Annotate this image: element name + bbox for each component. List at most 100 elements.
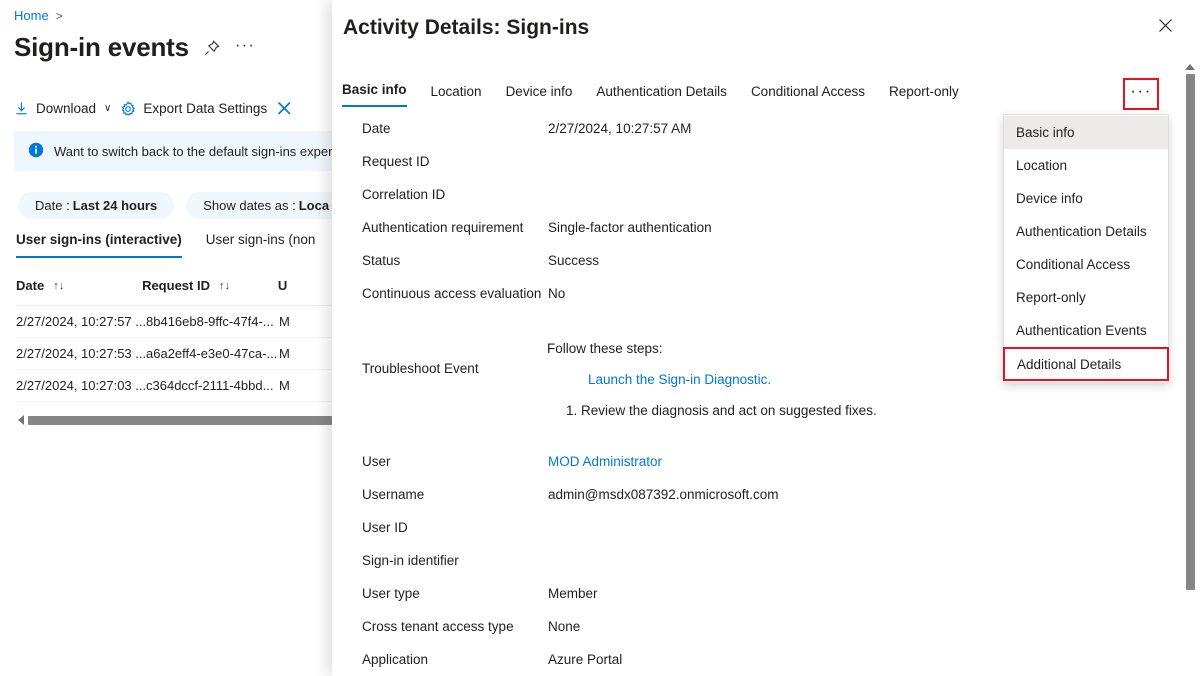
table-header-row: Date ↑↓ Request ID ↑↓ U xyxy=(16,278,332,306)
command-bar: Download ∨ Export Data Settings xyxy=(14,100,293,117)
menu-item-location[interactable]: Location xyxy=(1004,149,1168,182)
filter-pill-show-dates-as[interactable]: Show dates as : Loca xyxy=(186,192,332,219)
tabs-overflow-menu: Basic info Location Device info Authenti… xyxy=(1003,114,1169,383)
info-icon xyxy=(28,142,44,161)
column-header-request-id-label: Request ID xyxy=(142,278,210,293)
breadcrumb-separator-icon: > xyxy=(55,8,63,23)
cell-date: 2/27/2024, 10:27:03 ... xyxy=(16,378,147,393)
tab-user-signins-interactive[interactable]: User sign-ins (interactive) xyxy=(16,232,182,258)
detail-row-user-type: User type Member xyxy=(332,579,1162,612)
detail-label-date: Date xyxy=(362,121,391,136)
panel-vertical-scrollbar[interactable] xyxy=(1183,64,1197,670)
filter-showdates-value: Loca xyxy=(298,198,330,213)
table-horizontal-scrollbar[interactable] xyxy=(18,413,332,427)
column-header-request-id[interactable]: Request ID ↑↓ xyxy=(142,278,278,293)
tabs-overflow-button[interactable]: ··· xyxy=(1123,78,1159,110)
breadcrumb-home-link[interactable]: Home xyxy=(14,8,49,23)
breadcrumb: Home > xyxy=(14,8,63,23)
sign-in-events-page: Home > Sign-in events ··· Download ∨ Exp… xyxy=(0,0,332,676)
cell-date: 2/27/2024, 10:27:53 ... xyxy=(16,346,147,361)
wrench-icon xyxy=(276,100,293,117)
filter-pill-date[interactable]: Date : Last 24 hours xyxy=(18,192,175,219)
detail-label-username: Username xyxy=(362,487,425,502)
cell-user: M xyxy=(279,346,290,361)
tabs-overflow-label: ··· xyxy=(1130,81,1152,100)
sort-icon[interactable]: ↑↓ xyxy=(53,280,64,292)
page-title: Sign-in events xyxy=(14,32,189,62)
panel-title: Activity Details: Sign-ins xyxy=(343,16,590,39)
download-label: Download xyxy=(36,101,97,116)
menu-item-authentication-events[interactable]: Authentication Events xyxy=(1004,314,1168,347)
tab-location[interactable]: Location xyxy=(431,84,482,107)
panel-tab-list: Basic info Location Device info Authenti… xyxy=(342,82,959,107)
detail-value-username: admin@msdx087392.onmicrosoft.com xyxy=(548,487,779,502)
tab-report-only[interactable]: Report-only xyxy=(889,84,959,107)
activity-details-panel: Activity Details: Sign-ins Basic info Lo… xyxy=(332,0,1200,676)
column-header-date-label: Date xyxy=(16,278,45,293)
menu-item-basic-info[interactable]: Basic info xyxy=(1004,116,1168,149)
info-banner: Want to switch back to the default sign-… xyxy=(14,131,332,171)
detail-row-application: Application Azure Portal xyxy=(332,645,1162,676)
detail-label-user: User xyxy=(362,454,391,469)
filter-date-value: Last 24 hours xyxy=(72,198,158,213)
menu-item-report-only[interactable]: Report-only xyxy=(1004,281,1168,314)
detail-label-signin-identifier: Sign-in identifier xyxy=(362,553,459,568)
sort-icon[interactable]: ↑↓ xyxy=(219,280,230,292)
detail-row-username: Username admin@msdx087392.onmicrosoft.co… xyxy=(332,480,1162,513)
tab-user-signins-noninteractive[interactable]: User sign-ins (non xyxy=(206,232,316,258)
page-title-row: Sign-in events ··· xyxy=(14,32,255,63)
table-row[interactable]: 2/27/2024, 10:27:57 ... 8b416eb8-9ffc-47… xyxy=(16,306,332,338)
tab-conditional-access[interactable]: Conditional Access xyxy=(751,84,865,107)
filter-showdates-label: Show dates as : xyxy=(203,198,296,213)
detail-row-signin-identifier: Sign-in identifier xyxy=(332,546,1162,579)
app-root: Home > Sign-in events ··· Download ∨ Exp… xyxy=(0,0,1200,676)
troubleshoot-step-1: 1. Review the diagnosis and act on sugge… xyxy=(566,403,877,418)
tab-basic-info[interactable]: Basic info xyxy=(342,82,407,107)
cell-request-id: a6a2eff4-e3e0-47ca-... xyxy=(146,346,278,361)
detail-label-status: Status xyxy=(362,253,401,268)
detail-value-user-link[interactable]: MOD Administrator xyxy=(547,447,1162,469)
horizontal-scrollbar-thumb[interactable] xyxy=(28,415,332,425)
menu-item-conditional-access[interactable]: Conditional Access xyxy=(1004,248,1168,281)
export-data-settings-button[interactable]: Export Data Settings xyxy=(120,100,268,117)
table-row[interactable]: 2/27/2024, 10:27:03 ... c364dccf-2111-4b… xyxy=(16,370,332,402)
pin-icon[interactable] xyxy=(203,39,221,57)
detail-value-signin-identifier xyxy=(547,546,1162,553)
detail-label-user-id: User ID xyxy=(362,520,408,535)
table-row[interactable]: 2/27/2024, 10:27:53 ... a6a2eff4-e3e0-47… xyxy=(16,338,332,370)
detail-label-continuous-access-evaluation: Continuous access evaluation xyxy=(362,286,542,301)
menu-item-additional-details[interactable]: Additional Details xyxy=(1003,347,1169,381)
download-button[interactable]: Download ∨ xyxy=(14,101,111,116)
menu-item-device-info[interactable]: Device info xyxy=(1004,182,1168,215)
detail-value-application: Azure Portal xyxy=(548,652,623,667)
cell-request-id: 8b416eb8-9ffc-47f4-... xyxy=(146,314,274,329)
export-data-settings-label: Export Data Settings xyxy=(143,101,268,116)
cell-user: M xyxy=(279,378,290,393)
detail-label-authentication-requirement: Authentication requirement xyxy=(362,220,524,235)
cell-user: M xyxy=(279,314,290,329)
detail-label-cross-tenant-access-type: Cross tenant access type xyxy=(362,619,514,634)
troubleshoot-tool-button[interactable] xyxy=(276,100,293,117)
chevron-down-icon: ∨ xyxy=(104,103,112,114)
detail-value-user-type: Member xyxy=(548,586,598,601)
page-more-actions-button[interactable]: ··· xyxy=(235,36,255,56)
download-icon xyxy=(14,101,29,116)
scroll-left-arrow-icon[interactable] xyxy=(18,415,24,425)
close-icon[interactable] xyxy=(1152,12,1178,38)
vertical-scrollbar-thumb[interactable] xyxy=(1185,74,1195,590)
detail-value-user-id xyxy=(547,513,1162,520)
menu-item-authentication-details[interactable]: Authentication Details xyxy=(1004,215,1168,248)
tab-device-info[interactable]: Device info xyxy=(506,84,573,107)
signin-events-table: Date ↑↓ Request ID ↑↓ U 2/27/2024, 10:27… xyxy=(16,278,332,402)
column-header-user[interactable]: U xyxy=(278,278,332,293)
signin-type-tabs: User sign-ins (interactive) User sign-in… xyxy=(16,232,315,258)
column-header-date[interactable]: Date ↑↓ xyxy=(16,278,142,293)
cell-request-id: c364dccf-2111-4bbd... xyxy=(146,378,274,393)
scroll-up-arrow-icon[interactable] xyxy=(1185,64,1195,70)
info-banner-text: Want to switch back to the default sign-… xyxy=(54,143,332,159)
detail-label-request-id: Request ID xyxy=(362,154,430,169)
detail-row-cross-tenant-access-type: Cross tenant access type None xyxy=(332,612,1162,645)
tab-authentication-details[interactable]: Authentication Details xyxy=(596,84,727,107)
detail-label-application: Application xyxy=(362,652,429,667)
